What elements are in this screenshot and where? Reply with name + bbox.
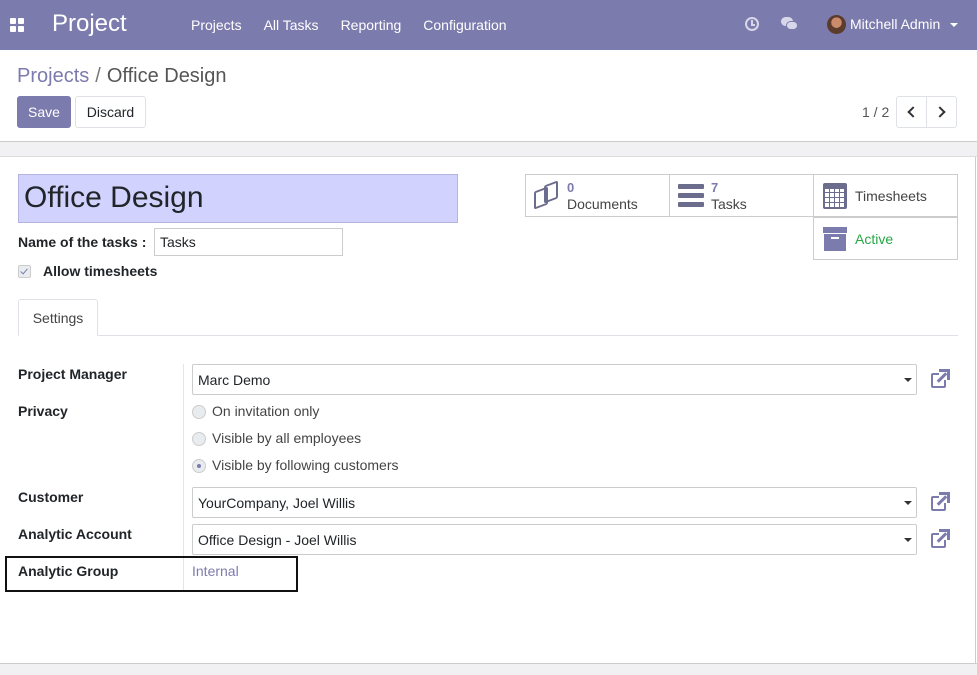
messaging-chat-icon[interactable] [781, 16, 799, 32]
project-manager-value: Marc Demo [198, 372, 271, 388]
active-toggle-button[interactable]: Active [813, 217, 958, 260]
tasks-icon [678, 184, 704, 208]
chevron-right-icon [934, 106, 946, 118]
breadcrumb-projects-link[interactable]: Projects [17, 65, 89, 87]
project-manager-external-link-icon[interactable] [930, 369, 952, 389]
chevron-down-icon[interactable] [904, 538, 912, 542]
pager-previous-button[interactable] [896, 96, 927, 128]
chevron-down-icon[interactable] [904, 501, 912, 505]
menu-reporting[interactable]: Reporting [330, 17, 413, 33]
documents-icon [534, 180, 560, 210]
highlight-box [5, 556, 298, 592]
pager-value[interactable]: 1 / 2 [862, 104, 889, 120]
privacy-option-customers[interactable]: Visible by following customers [212, 457, 399, 473]
tasks-stat-button[interactable]: 7 Tasks [669, 174, 814, 217]
discard-button[interactable]: Discard [75, 96, 146, 128]
calendar-icon [823, 183, 847, 209]
chevron-left-icon [907, 106, 919, 118]
archive-icon [823, 227, 847, 251]
project-name-input[interactable]: Office Design [18, 174, 458, 223]
customer-label: Customer [18, 489, 84, 505]
documents-label: Documents [567, 196, 638, 212]
tasks-name-input[interactable]: Tasks [154, 228, 343, 256]
privacy-radio-employees[interactable] [192, 432, 206, 446]
active-label: Active [855, 231, 894, 247]
customer-value: YourCompany, Joel Willis [198, 495, 356, 511]
breadcrumb-separator: / [95, 65, 101, 87]
menu-all-tasks[interactable]: All Tasks [253, 17, 330, 33]
user-menu-name[interactable]: Mitchell Admin [850, 16, 940, 32]
apps-menu-icon[interactable] [10, 18, 24, 32]
customer-external-link-icon[interactable] [930, 492, 952, 512]
analytic-account-select[interactable]: Office Design - Joel Willis [192, 524, 917, 555]
analytic-account-label: Analytic Account [18, 526, 132, 542]
privacy-label: Privacy [18, 403, 68, 419]
analytic-account-external-link-icon[interactable] [930, 529, 952, 549]
pager-next-button[interactable] [926, 96, 957, 128]
app-name: Project [52, 10, 127, 37]
menu-projects[interactable]: Projects [180, 17, 253, 33]
timesheets-label: Timesheets [855, 188, 927, 204]
project-manager-label: Project Manager [18, 366, 127, 382]
allow-timesheets-checkbox[interactable] [18, 265, 31, 278]
sheet-edge [975, 157, 976, 663]
breadcrumb: Projects / Office Design [17, 65, 227, 88]
documents-stat-button[interactable]: 0 Documents [525, 174, 670, 217]
sheet-bottom-divider [0, 663, 977, 675]
user-menu-caret-icon[interactable] [950, 23, 958, 27]
privacy-radio-invitation[interactable] [192, 405, 206, 419]
privacy-option-employees[interactable]: Visible by all employees [212, 430, 361, 446]
analytic-account-value: Office Design - Joel Willis [198, 532, 357, 548]
save-button[interactable]: Save [17, 96, 71, 128]
documents-count: 0 [567, 180, 575, 195]
tab-settings[interactable]: Settings [18, 299, 98, 336]
customer-select[interactable]: YourCompany, Joel Willis [192, 487, 917, 518]
tasks-count: 7 [711, 180, 719, 195]
sheet-top-divider [0, 141, 977, 157]
tasks-name-label: Name of the tasks : [18, 234, 147, 250]
allow-timesheets-label[interactable]: Allow timesheets [43, 263, 157, 279]
privacy-radio-customers[interactable] [192, 459, 206, 473]
main-menu: Projects All Tasks Reporting Configurati… [180, 0, 518, 50]
user-avatar[interactable] [827, 15, 846, 34]
breadcrumb-current: Office Design [106, 65, 227, 87]
activities-clock-icon[interactable] [745, 17, 759, 31]
menu-configuration[interactable]: Configuration [412, 17, 517, 33]
timesheets-stat-button[interactable]: Timesheets [813, 174, 958, 217]
project-manager-select[interactable]: Marc Demo [192, 364, 917, 395]
chevron-down-icon[interactable] [904, 378, 912, 382]
top-navbar: Project Projects All Tasks Reporting Con… [0, 0, 977, 50]
tasks-label: Tasks [711, 196, 747, 212]
tabs-underline [18, 335, 958, 336]
privacy-option-invitation[interactable]: On invitation only [212, 403, 319, 419]
